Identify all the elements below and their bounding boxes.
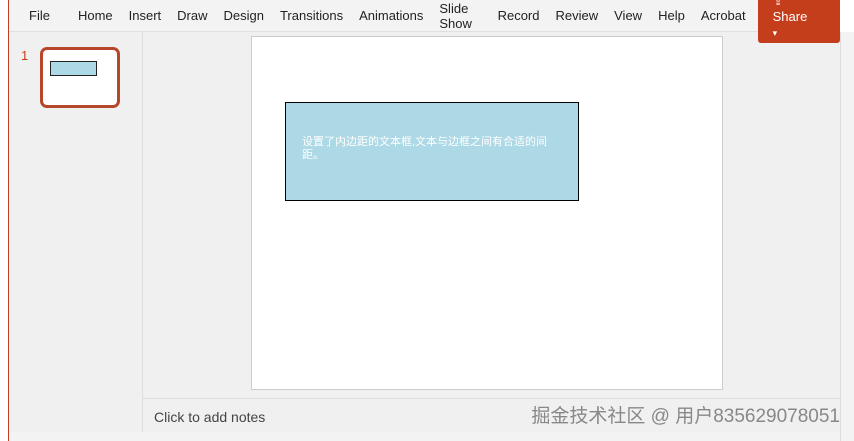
tab-slide-show[interactable]: Slide Show xyxy=(431,1,489,31)
tab-review[interactable]: Review xyxy=(548,8,607,23)
slide-thumbnail-pane: 1 xyxy=(9,32,143,441)
tab-design[interactable]: Design xyxy=(216,8,272,23)
tab-transitions[interactable]: Transitions xyxy=(272,8,351,23)
slide-number: 1 xyxy=(21,48,29,63)
slide-canvas[interactable]: 设置了内边距的文本框,文本与边框之间有合适的间距。 xyxy=(251,36,723,390)
watermark: 掘金技术社区 @ 用户835629078051 xyxy=(531,406,840,427)
tab-record[interactable]: Record xyxy=(490,8,548,23)
tab-help[interactable]: Help xyxy=(650,8,693,23)
thumbnail-textbox xyxy=(50,61,97,76)
tab-animations[interactable]: Animations xyxy=(351,8,431,23)
tab-acrobat[interactable]: Acrobat xyxy=(693,8,754,23)
slide-textbox[interactable]: 设置了内边距的文本框,文本与边框之间有合适的间距。 xyxy=(285,102,579,201)
powerpoint-window: File Home Insert Draw Design Transitions… xyxy=(9,0,840,441)
tab-home[interactable]: Home xyxy=(70,8,121,23)
tab-view[interactable]: View xyxy=(606,8,650,23)
share-icon: ⇪ xyxy=(772,0,784,8)
tab-file[interactable]: File xyxy=(9,8,70,23)
background-window-edge xyxy=(0,0,9,441)
tab-draw[interactable]: Draw xyxy=(169,8,215,23)
slide-thumbnail[interactable] xyxy=(40,47,120,108)
background-window-right xyxy=(840,32,854,441)
tab-insert[interactable]: Insert xyxy=(121,8,170,23)
chevron-down-icon: ▾ xyxy=(772,27,778,38)
status-bar xyxy=(9,432,840,441)
share-label: Share xyxy=(772,8,808,24)
ribbon-tabs: File Home Insert Draw Design Transitions… xyxy=(9,0,840,43)
share-button[interactable]: ⇪ Share ▾ xyxy=(757,0,840,43)
